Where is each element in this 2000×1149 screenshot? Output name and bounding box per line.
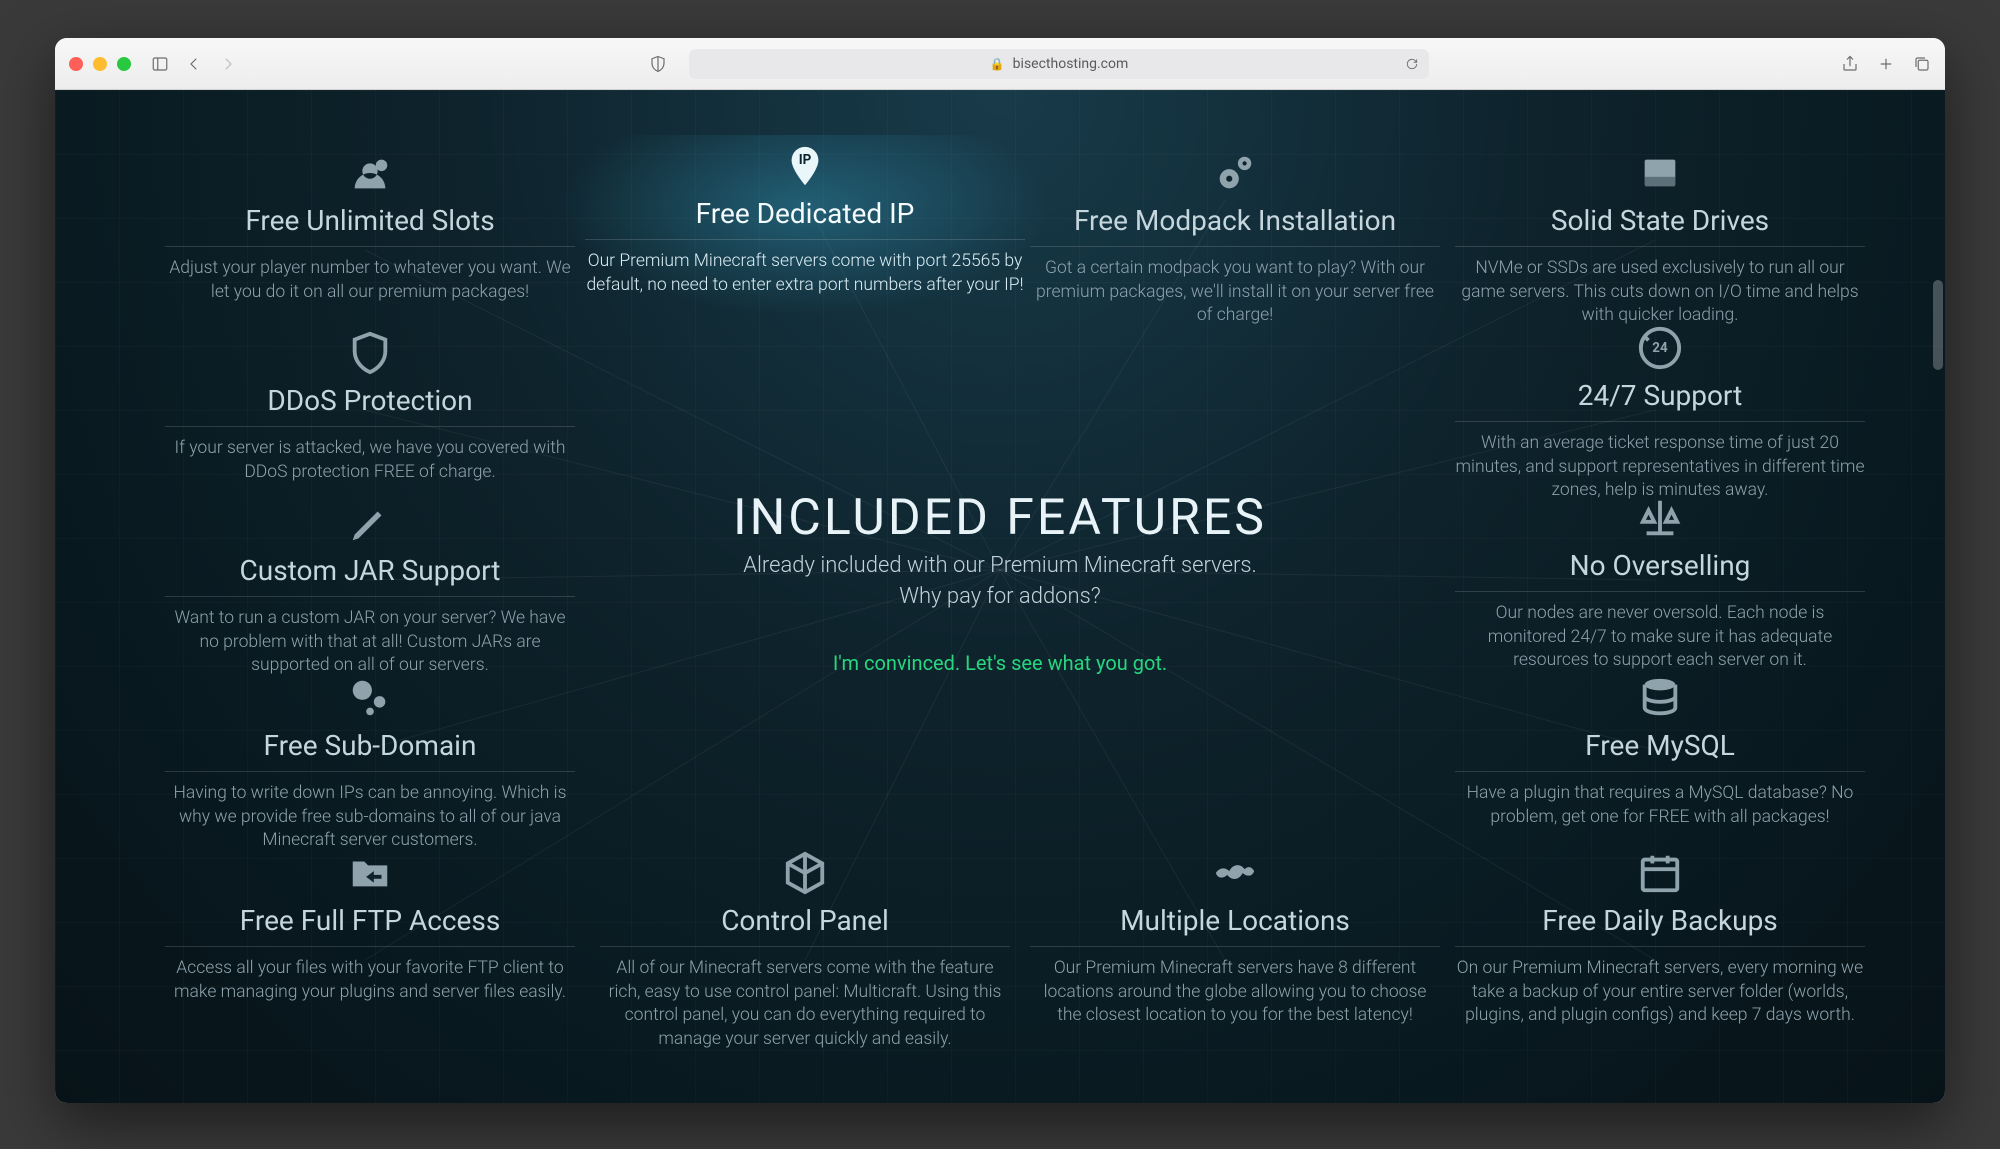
feature-desc: Got a certain modpack you want to play? … [1030, 257, 1440, 328]
feature-subdomain: Free Sub-Domain Having to write down IPs… [165, 675, 575, 853]
feature-locations: Multiple Locations Our Premium Minecraft… [1030, 850, 1440, 1028]
feature-ssd: Solid State Drives NVMe or SSDs are used… [1455, 150, 1865, 328]
feature-desc: Having to write down IPs can be annoying… [165, 782, 575, 853]
feature-title: No Overselling [1455, 549, 1865, 592]
feature-title: Free Daily Backups [1455, 904, 1865, 947]
users-icon [347, 150, 393, 196]
lock-icon: 🔒 [990, 57, 1005, 71]
minimize-window-button[interactable] [93, 57, 107, 71]
cube-icon [782, 850, 828, 896]
feature-title: Custom JAR Support [165, 554, 575, 597]
back-button-icon[interactable] [185, 55, 203, 73]
feature-title: 24/7 Support [1455, 379, 1865, 422]
nodes-icon [347, 675, 393, 721]
maximize-window-button[interactable] [117, 57, 131, 71]
shield-icon [347, 330, 393, 376]
forward-button-icon[interactable] [219, 55, 237, 73]
feature-desc: Our Premium Minecraft servers have 8 dif… [1030, 957, 1440, 1028]
folder-share-icon [347, 850, 393, 896]
feature-desc: NVMe or SSDs are used exclusively to run… [1455, 257, 1865, 328]
feature-title: Control Panel [600, 904, 1010, 947]
feature-title: Free Modpack Installation [1030, 204, 1440, 247]
cta-link[interactable]: I'm convinced. Let's see what you got. [733, 651, 1267, 675]
feature-jar: Custom JAR Support Want to run a custom … [165, 500, 575, 678]
support-phone-icon: 24 [1637, 325, 1683, 371]
browser-window: 🔒 bisecthosting.com [55, 38, 1945, 1103]
feature-oversell: No Overselling Our nodes are never overs… [1455, 495, 1865, 673]
sidebar-toggle-icon[interactable] [151, 55, 169, 73]
feature-desc: All of our Minecraft servers come with t… [600, 957, 1010, 1052]
feature-desc: Access all your files with your favorite… [165, 957, 575, 1004]
feature-title: Multiple Locations [1030, 904, 1440, 947]
browser-toolbar: 🔒 bisecthosting.com [55, 38, 1945, 90]
feature-title: Free Sub-Domain [165, 729, 575, 772]
calendar-icon [1637, 850, 1683, 896]
feature-support: 24 24/7 Support With an average ticket r… [1455, 325, 1865, 503]
url-text: bisecthosting.com [1013, 56, 1129, 72]
window-controls [69, 57, 131, 71]
feature-title: Free Dedicated IP [585, 197, 1025, 240]
feature-mysql: Free MySQL Have a plugin that requires a… [1455, 675, 1865, 829]
feature-unlimited-slots: Free Unlimited Slots Adjust your player … [165, 150, 575, 304]
feature-desc: Want to run a custom JAR on your server?… [165, 607, 575, 678]
globe-map-icon [1212, 850, 1258, 896]
new-tab-icon[interactable] [1877, 55, 1895, 73]
subtitle-line-2: Why pay for addons? [733, 584, 1267, 609]
reload-icon[interactable] [1405, 57, 1419, 71]
feature-title: DDoS Protection [165, 384, 575, 427]
feature-desc: Adjust your player number to whatever yo… [165, 257, 575, 304]
feature-desc: Our Premium Minecraft servers come with … [585, 250, 1025, 297]
feature-title: Solid State Drives [1455, 204, 1865, 247]
feature-backups: Free Daily Backups On our Premium Minecr… [1455, 850, 1865, 1028]
pencil-edit-icon [347, 500, 393, 546]
svg-text:IP: IP [799, 153, 812, 168]
feature-desc: If your server is attacked, we have you … [165, 437, 575, 484]
database-icon [1637, 675, 1683, 721]
feature-title: Free MySQL [1455, 729, 1865, 772]
privacy-shield-icon[interactable] [649, 55, 667, 73]
feature-modpack: Free Modpack Installation Got a certain … [1030, 150, 1440, 328]
hard-drive-icon [1637, 150, 1683, 196]
page-content: INCLUDED FEATURES Already included with … [55, 90, 1945, 1103]
svg-text:24: 24 [1652, 341, 1668, 356]
scrollbar-thumb[interactable] [1933, 280, 1943, 370]
feature-control-panel: Control Panel All of our Minecraft serve… [600, 850, 1010, 1052]
feature-desc: Have a plugin that requires a MySQL data… [1455, 782, 1865, 829]
center-block: INCLUDED FEATURES Already included with … [733, 489, 1267, 675]
tabs-overview-icon[interactable] [1913, 55, 1931, 73]
feature-desc: Our nodes are never oversold. Each node … [1455, 602, 1865, 673]
scale-icon [1637, 495, 1683, 541]
share-icon[interactable] [1841, 55, 1859, 73]
subtitle-line-1: Already included with our Premium Minecr… [733, 553, 1267, 578]
ip-pin-icon: IP [782, 143, 828, 189]
feature-title: Free Unlimited Slots [165, 204, 575, 247]
page-title: INCLUDED FEATURES [733, 489, 1267, 547]
feature-dedicated-ip: IP Free Dedicated IP Our Premium Minecra… [565, 135, 1045, 313]
feature-ddos: DDoS Protection If your server is attack… [165, 330, 575, 484]
feature-ftp: Free Full FTP Access Access all your fil… [165, 850, 575, 1004]
close-window-button[interactable] [69, 57, 83, 71]
feature-title: Free Full FTP Access [165, 904, 575, 947]
feature-desc: With an average ticket response time of … [1455, 432, 1865, 503]
url-bar[interactable]: 🔒 bisecthosting.com [689, 49, 1429, 79]
feature-desc: On our Premium Minecraft servers, every … [1455, 957, 1865, 1028]
gears-icon [1212, 150, 1258, 196]
